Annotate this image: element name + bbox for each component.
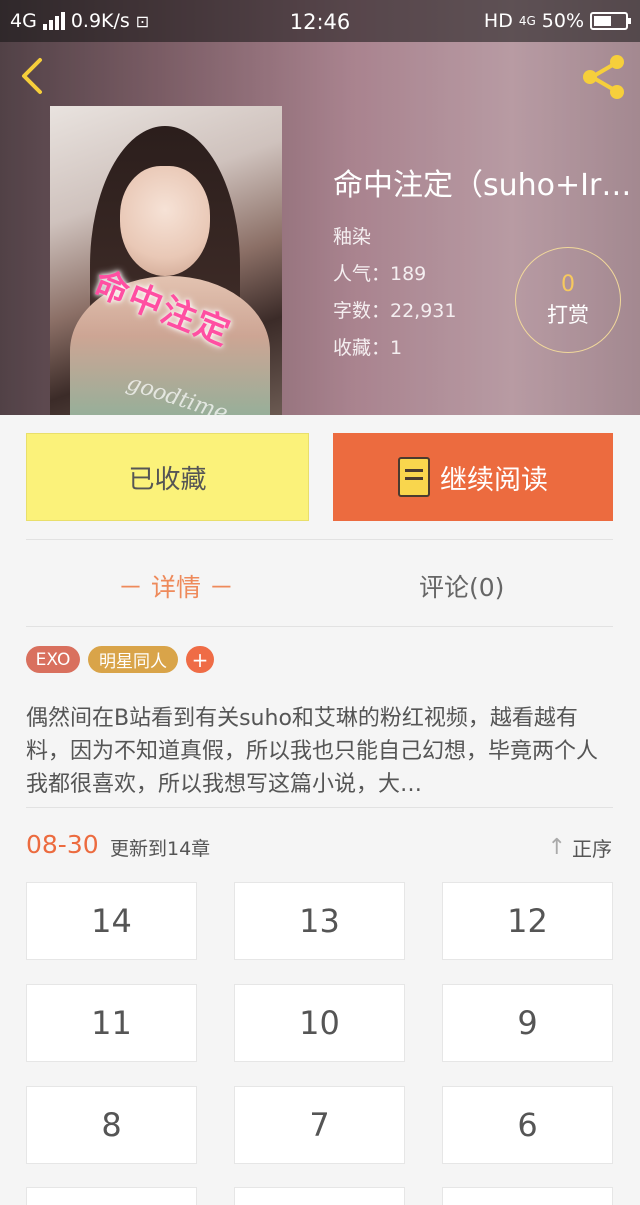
back-button[interactable] [14,56,54,96]
update-text: 更新到14章 [110,838,211,860]
continue-reading-button[interactable]: 继续阅读 [333,433,613,521]
reward-button[interactable]: 0 打赏 [515,247,621,353]
arrow-up-icon: ↑ [547,835,566,860]
tab-comments[interactable]: 评论(0) [419,568,504,604]
share-button[interactable] [578,52,628,102]
chapter-button[interactable]: 7 [234,1086,405,1164]
sort-label: 正序 [572,837,612,861]
reward-count: 0 [561,271,575,297]
favorited-button[interactable]: 已收藏 [26,433,309,521]
book-cover[interactable]: 命中注定 goodtime [50,106,282,415]
divider [26,626,613,627]
chapter-button[interactable]: 10 [234,984,405,1062]
add-tag-button[interactable]: + [186,646,214,673]
chapter-button[interactable]: 8 [26,1086,197,1164]
chapter-button[interactable]: 12 [442,882,613,960]
chapter-button[interactable]: 11 [26,984,197,1062]
battery-icon [590,12,631,30]
chapter-button-partial[interactable] [442,1187,613,1205]
book-icon [398,457,430,497]
book-summary[interactable]: 偶然间在B站看到有关suho和艾琳的粉红视频，越看越有料，因为不知道真假，所以我… [26,702,616,801]
status-bar: 4G 0.9K/s ⊡ 12:46 HD 4G 50% [0,0,640,42]
chapter-button[interactable]: 6 [442,1086,613,1164]
net-badge: 4G [518,14,536,28]
tag-exo[interactable]: EXO [26,646,80,673]
continue-reading-label: 继续阅读 [440,464,548,496]
update-date: 08-30 [26,830,99,859]
reward-label: 打赏 [547,302,589,327]
tag-star-fanfic[interactable]: 明星同人 [88,646,178,673]
book-title: 命中注定（suho+Ir… [333,168,632,203]
share-icon [583,55,624,99]
hd-label: HD [483,10,513,32]
divider [26,539,613,540]
battery-percent: 50% [541,10,584,32]
chapter-button-partial[interactable] [26,1187,197,1205]
chevron-left-icon [22,58,42,94]
chapter-button-partial[interactable] [234,1187,405,1205]
chapter-button[interactable]: 13 [234,882,405,960]
chapter-button[interactable]: 9 [442,984,613,1062]
sort-toggle[interactable]: ↑ 正序 [548,833,612,862]
divider [26,807,613,808]
chapter-button[interactable]: 14 [26,882,197,960]
tab-detail[interactable]: － 详情 － [118,568,234,604]
